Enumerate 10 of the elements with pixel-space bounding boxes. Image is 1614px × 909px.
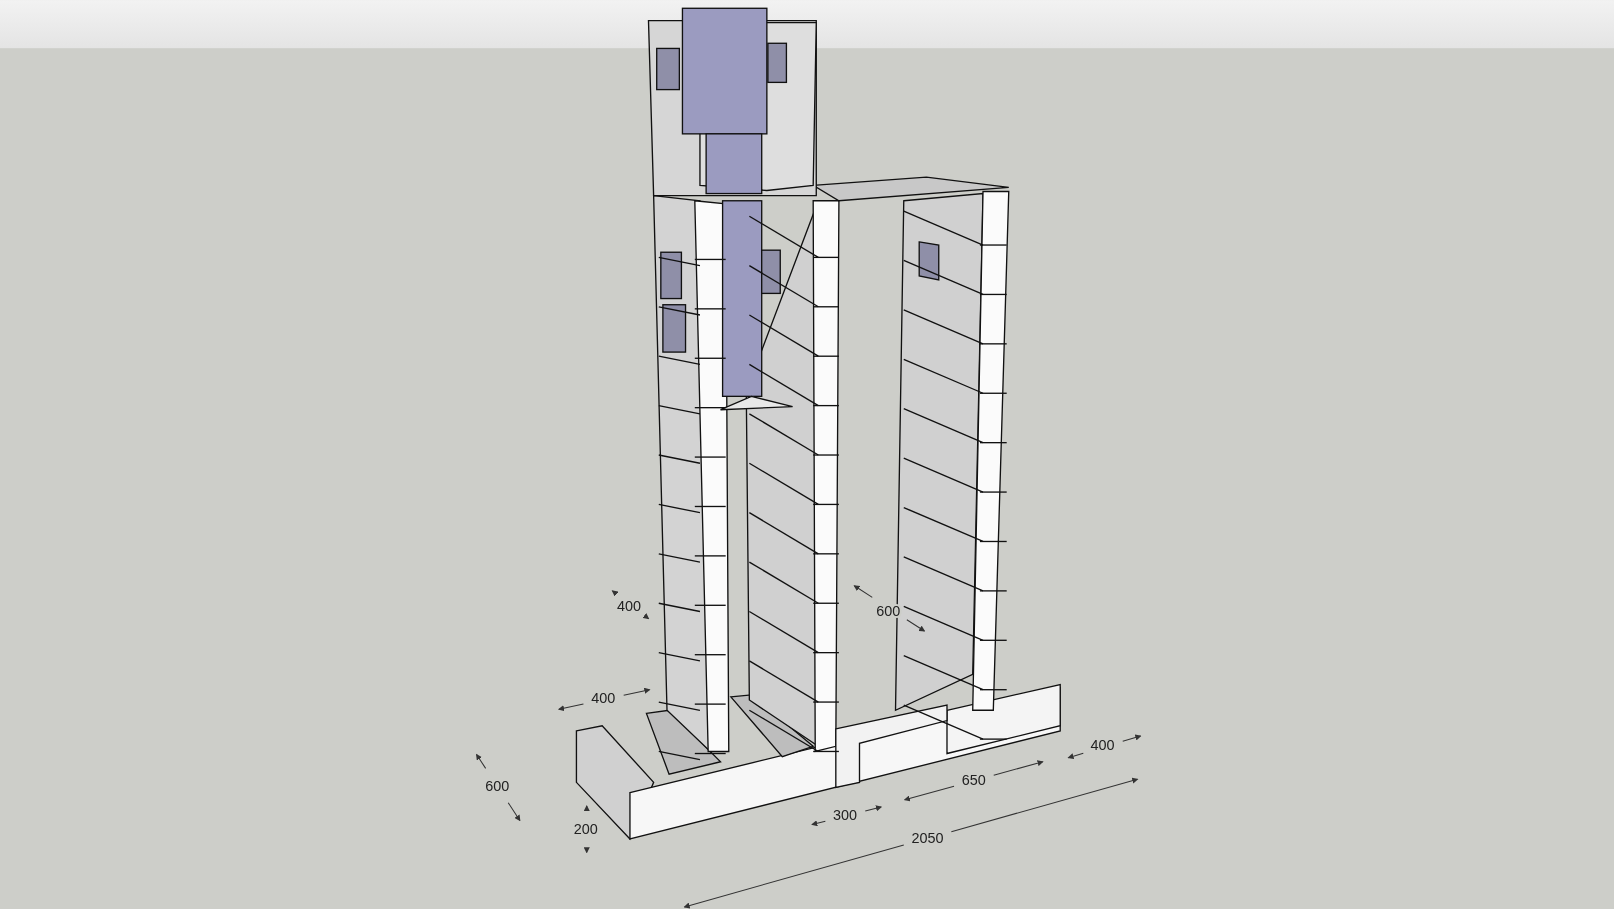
dimension-label: 400 [616,598,641,615]
dimension-label: 300 [833,807,858,824]
dimension-line [611,590,650,620]
dimension-label: 400 [591,690,616,707]
dimension-label: 200 [573,820,598,837]
dimension-label: 650 [961,772,986,789]
dimension-label: 600 [485,777,510,794]
dimension-label: 2050 [911,830,944,847]
dimension-line [476,753,521,822]
dimension-label: 400 [1090,737,1115,754]
